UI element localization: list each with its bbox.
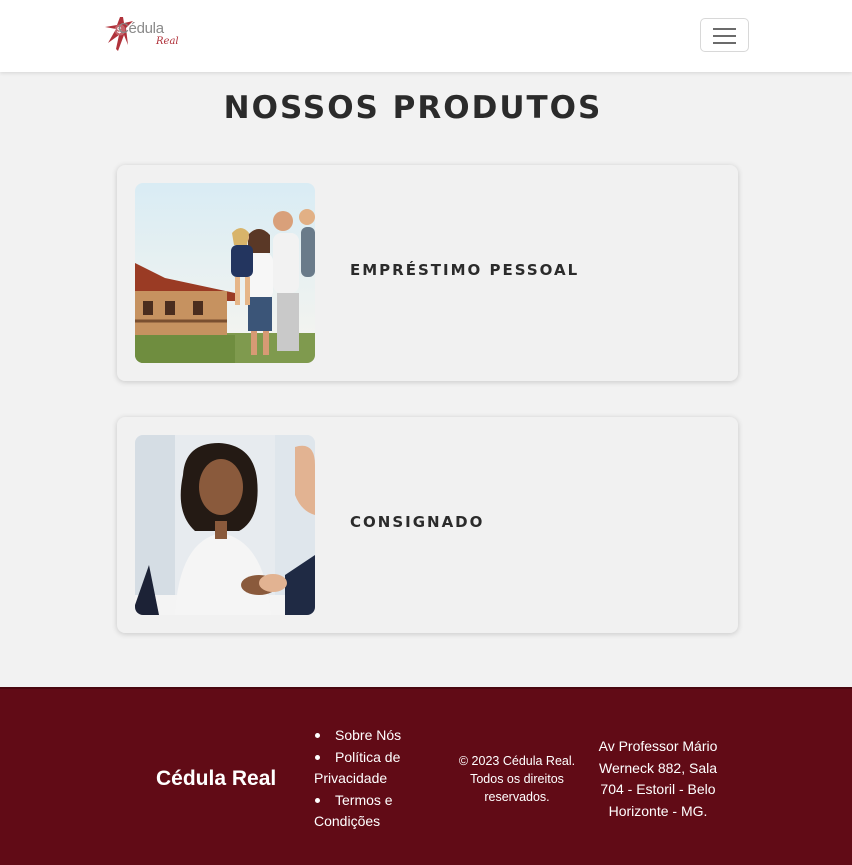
page-title: NOSSOS PRODUTOS	[223, 90, 603, 126]
address-text: Av Professor Mário Werneck 882, Sala 704…	[598, 738, 718, 819]
footer: Cédula Real Sobre Nós Política de Privac…	[0, 687, 852, 865]
logo-subtext: Real	[156, 36, 179, 47]
footer-link-sobre-nos[interactable]: Sobre Nós	[314, 725, 424, 746]
logo-text: Cédula	[118, 20, 164, 37]
product-title[interactable]: CONSIGNADO	[350, 513, 484, 531]
copyright-text: © 2023 Cédula Real. Todos os direitos re…	[458, 754, 576, 804]
product-image-family	[135, 183, 315, 363]
footer-link-termos[interactable]: Termos e Condições	[314, 790, 424, 832]
footer-brand: Cédula Real	[156, 767, 277, 790]
footer-link-politica[interactable]: Política de Privacidade	[314, 747, 424, 789]
hamburger-menu-button[interactable]	[700, 18, 749, 52]
product-title[interactable]: EMPRÉSTIMO PESSOAL	[350, 261, 579, 279]
product-card-consignado[interactable]: CONSIGNADO	[117, 417, 738, 633]
hamburger-menu-icon	[713, 28, 736, 30]
product-image-handshake	[135, 435, 315, 615]
product-card-emprestimo-pessoal[interactable]: EMPRÉSTIMO PESSOAL	[117, 165, 738, 381]
brand-logo[interactable]: $ Cédula Real	[104, 15, 184, 55]
footer-links: Sobre Nós Política de Privacidade Termos…	[314, 725, 424, 833]
navbar: $ Cédula Real	[0, 0, 852, 72]
